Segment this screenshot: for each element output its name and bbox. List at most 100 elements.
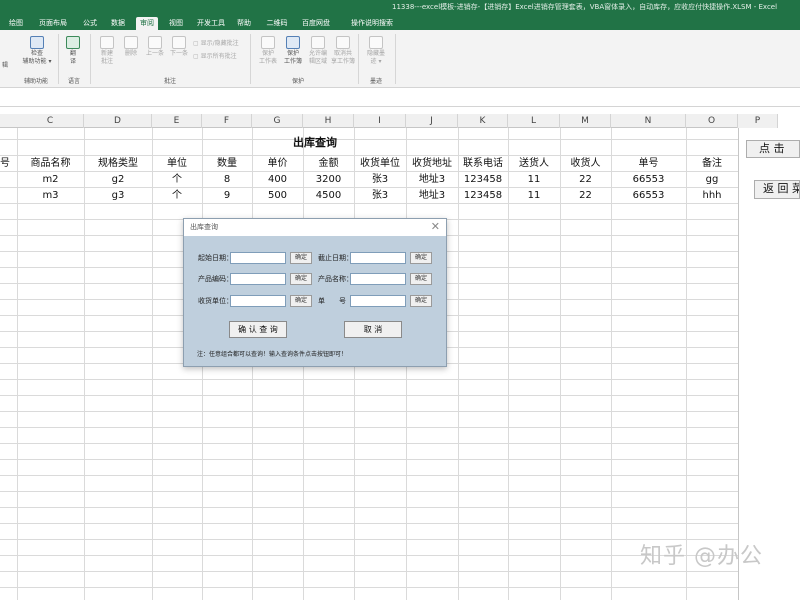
table-header-cell[interactable]: 规格类型 [84,156,152,172]
column-header[interactable]: G [252,114,303,128]
table-header-cell[interactable]: 单价 [252,156,303,172]
table-cell[interactable] [0,172,17,188]
confirm-query-button[interactable]: 确 认 查 询 [229,321,287,338]
protect-button-2[interactable]: 允许编 辑区域 [305,36,331,66]
table-cell[interactable]: g3 [84,188,152,204]
protect-button-1[interactable]: 保护 工作簿 [280,36,306,66]
hide-ink-button[interactable]: 隐藏墨 迹 ▾ [362,36,390,66]
table-header-cell[interactable]: 送货人 [508,156,560,172]
table-cell[interactable]: 地址3 [406,188,458,204]
table-header-cell[interactable]: 备注 [686,156,738,172]
column-header[interactable]: H [303,114,354,128]
table-cell[interactable]: 11 [508,188,560,204]
column-header[interactable]: J [406,114,458,128]
column-header[interactable]: C [17,114,84,128]
table-cell[interactable]: 22 [560,172,611,188]
tab-6[interactable]: 开发工具 [194,17,228,30]
tab-10[interactable]: 操作说明搜索 [340,17,404,30]
group-language: 语言 [67,78,80,85]
translate-button[interactable]: 翻 译 [63,36,83,66]
table-cell[interactable]: g2 [84,172,152,188]
field-input[interactable] [230,295,286,307]
table-cell[interactable]: 66553 [611,172,686,188]
tab-1[interactable]: 页面布局 [34,17,72,30]
field-input[interactable] [350,252,406,264]
protect-button-0[interactable]: 保护 工作表 [255,36,281,66]
table-cell[interactable]: 66553 [611,188,686,204]
check-accessibility-button[interactable]: 检查 辅助功能 ▾ [22,36,52,66]
tab-7[interactable]: 帮助 [234,17,254,30]
table-header-cell[interactable]: 单位 [152,156,202,172]
column-header[interactable]: I [354,114,406,128]
column-header[interactable]: O [686,114,738,128]
tab-4[interactable]: 审阅 [136,17,158,30]
comment-button-0[interactable]: 新建 批注 [96,36,118,66]
table-cell[interactable]: 3200 [303,172,354,188]
table-cell[interactable]: 123458 [458,188,508,204]
table-cell[interactable]: m3 [17,188,84,204]
column-header[interactable]: M [560,114,611,128]
field-input[interactable] [350,273,406,285]
table-cell[interactable]: gg [686,172,738,188]
field-confirm-button[interactable]: 确定 [410,295,432,307]
table-header-cell[interactable]: 收货人 [560,156,611,172]
field-input[interactable] [350,295,406,307]
tab-8[interactable]: 二维码 [262,17,292,30]
table-cell[interactable]: 张3 [354,188,406,204]
field-confirm-button[interactable]: 确定 [410,273,432,285]
cancel-button[interactable]: 取 消 [344,321,402,338]
table-cell[interactable]: 4500 [303,188,354,204]
comment-button-1[interactable]: 删除 [120,36,142,58]
show-hide-comment-button[interactable]: ▢ 显示/隐藏批注 [193,38,239,47]
protect-button-3[interactable]: 取消共 享工作簿 [330,36,356,66]
table-header-cell[interactable]: 单号 [611,156,686,172]
comment-button-2[interactable]: 上一条 [144,36,166,58]
show-all-comments-button[interactable]: ▢ 显示所有批注 [193,51,237,60]
table-header-cell[interactable]: 金额 [303,156,354,172]
table-header-cell[interactable]: 号 [0,156,17,172]
column-header[interactable]: F [202,114,252,128]
back-to-menu-button[interactable]: 返 回 菜 [754,180,800,199]
table-cell[interactable]: 500 [252,188,303,204]
column-header[interactable]: L [508,114,560,128]
field-confirm-button[interactable]: 确定 [290,295,312,307]
tab-2[interactable]: 公式 [80,17,100,30]
tab-5[interactable]: 视图 [166,17,186,30]
tab-9[interactable]: 百度网盘 [300,17,332,30]
table-cell[interactable]: 张3 [354,172,406,188]
column-header[interactable]: K [458,114,508,128]
table-cell[interactable]: 123458 [458,172,508,188]
table-cell[interactable]: hhh [686,188,738,204]
comment-button-3[interactable]: 下一条 [168,36,190,58]
table-cell[interactable]: 地址3 [406,172,458,188]
tab-3[interactable]: 数据 [108,17,128,30]
field-confirm-button[interactable]: 确定 [290,252,312,264]
column-header[interactable]: E [152,114,202,128]
table-cell[interactable]: 400 [252,172,303,188]
table-cell[interactable]: 22 [560,188,611,204]
table-header-cell[interactable]: 联系电话 [458,156,508,172]
table-cell[interactable]: 8 [202,172,252,188]
table-header-cell[interactable]: 商品名称 [17,156,84,172]
field-confirm-button[interactable]: 确定 [290,273,312,285]
column-header[interactable]: P [738,114,778,128]
field-input[interactable] [230,273,286,285]
field-label: 截止日期： [318,254,353,262]
column-header[interactable]: D [84,114,152,128]
table-cell[interactable] [0,188,17,204]
table-cell[interactable]: m2 [17,172,84,188]
table-header-cell[interactable]: 数量 [202,156,252,172]
tab-0[interactable]: 绘图 [6,17,26,30]
close-icon[interactable]: ✕ [431,220,440,233]
column-header[interactable]: N [611,114,686,128]
table-cell[interactable]: 个 [152,188,202,204]
table-cell[interactable]: 9 [202,188,252,204]
table-cell[interactable]: 个 [152,172,202,188]
field-input[interactable] [230,252,286,264]
formula-bar[interactable] [0,91,800,107]
table-cell[interactable]: 11 [508,172,560,188]
table-header-cell[interactable]: 收货地址 [406,156,458,172]
field-confirm-button[interactable]: 确定 [410,252,432,264]
table-header-cell[interactable]: 收货单位 [354,156,406,172]
query-button[interactable]: 点 击 [746,140,800,158]
